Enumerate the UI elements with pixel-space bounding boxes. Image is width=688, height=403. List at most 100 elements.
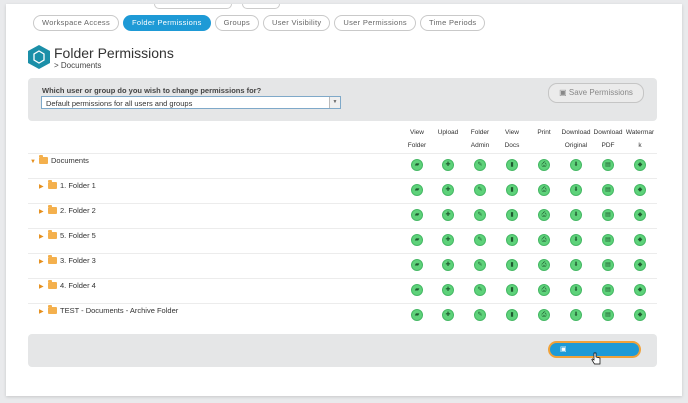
download-icon[interactable]: ⬇: [570, 209, 582, 221]
download-icon[interactable]: ⬇: [570, 284, 582, 296]
pdf-icon[interactable]: ▤: [602, 309, 614, 321]
pdf-icon[interactable]: ▤: [602, 284, 614, 296]
printer-icon[interactable]: ⎙: [538, 159, 550, 171]
file-icon[interactable]: ▮: [506, 284, 518, 296]
folder-name: 1. Folder 1: [60, 181, 96, 190]
printer-icon[interactable]: ⎙: [538, 184, 550, 196]
tag-icon[interactable]: ◆: [634, 159, 646, 171]
download-icon[interactable]: ⬇: [570, 159, 582, 171]
file-icon[interactable]: ▮: [506, 209, 518, 221]
folder-name: 5. Folder 5: [60, 231, 96, 240]
column-header: Download Original: [560, 126, 592, 152]
user-group-select[interactable]: Default permissions for all users and gr…: [41, 96, 341, 109]
folder-tree-item[interactable]: ▶ 5. Folder 5: [39, 230, 96, 240]
folder-open-icon[interactable]: ▰: [411, 159, 423, 171]
tag-icon[interactable]: ◆: [634, 209, 646, 221]
folder-open-icon[interactable]: ▰: [411, 184, 423, 196]
top-tab-fragment: [242, 4, 280, 9]
wrench-icon[interactable]: ✎: [474, 159, 486, 171]
file-icon[interactable]: ▮: [506, 184, 518, 196]
caret-right-icon[interactable]: ▶: [39, 283, 46, 290]
printer-icon[interactable]: ⎙: [538, 259, 550, 271]
wrench-icon[interactable]: ✎: [474, 284, 486, 296]
picker-question: Which user or group do you wish to chang…: [42, 86, 262, 95]
top-tab-fragment: [154, 4, 232, 9]
folder-icon: [48, 255, 57, 264]
wrench-icon[interactable]: ✎: [474, 234, 486, 246]
plus-icon[interactable]: ✚: [442, 284, 454, 296]
caret-right-icon[interactable]: ▶: [39, 258, 46, 265]
column-header-line2: Docs: [504, 142, 520, 149]
caret-right-icon[interactable]: ▶: [39, 233, 46, 240]
wrench-icon[interactable]: ✎: [474, 184, 486, 196]
tab-workspace-access[interactable]: Workspace Access: [33, 15, 120, 31]
chevron-down-icon[interactable]: ▼: [329, 97, 340, 108]
pdf-icon[interactable]: ▤: [602, 234, 614, 246]
file-icon[interactable]: ▮: [506, 309, 518, 321]
folder-tree-item[interactable]: ▼ Documents: [30, 155, 89, 165]
folder-tree-item[interactable]: ▶ 1. Folder 1: [39, 180, 96, 190]
column-header: Upload: [432, 126, 464, 139]
tag-icon[interactable]: ◆: [634, 234, 646, 246]
plus-icon[interactable]: ✚: [442, 259, 454, 271]
plus-icon[interactable]: ✚: [442, 234, 454, 246]
folder-name: TEST - Documents - Archive Folder: [60, 306, 179, 315]
tag-icon[interactable]: ◆: [634, 284, 646, 296]
printer-icon[interactable]: ⎙: [538, 284, 550, 296]
column-header-line1: View: [410, 129, 424, 136]
caret-right-icon[interactable]: ▶: [39, 208, 46, 215]
column-header: Print: [528, 126, 560, 139]
folder-open-icon[interactable]: ▰: [411, 284, 423, 296]
tag-icon[interactable]: ◆: [634, 259, 646, 271]
printer-icon[interactable]: ⎙: [538, 234, 550, 246]
folder-tree-item[interactable]: ▶ 2. Folder 2: [39, 205, 96, 215]
download-icon[interactable]: ⬇: [570, 259, 582, 271]
caret-right-icon[interactable]: ▶: [39, 183, 46, 190]
column-header: View Folder: [401, 126, 433, 152]
folder-open-icon[interactable]: ▰: [411, 259, 423, 271]
download-icon[interactable]: ⬇: [570, 234, 582, 246]
pdf-icon[interactable]: ▤: [602, 184, 614, 196]
folder-tree-item[interactable]: ▶ 3. Folder 3: [39, 255, 96, 265]
caret-down-icon[interactable]: ▼: [30, 159, 37, 165]
tab-user-visibility[interactable]: User Visibility: [263, 15, 331, 31]
folder-name: 4. Folder 4: [60, 281, 96, 290]
column-header-line2: Admin: [470, 142, 490, 149]
save-icon: ▣: [560, 346, 567, 353]
tab-groups[interactable]: Groups: [214, 15, 260, 31]
plus-icon[interactable]: ✚: [442, 209, 454, 221]
file-icon[interactable]: ▮: [506, 234, 518, 246]
folder-tree-item[interactable]: ▶ TEST - Documents - Archive Folder: [39, 305, 179, 315]
plus-icon[interactable]: ✚: [442, 159, 454, 171]
file-icon[interactable]: ▮: [506, 259, 518, 271]
folder-open-icon[interactable]: ▰: [411, 309, 423, 321]
select-value: Default permissions for all users and gr…: [46, 99, 193, 108]
printer-icon[interactable]: ⎙: [538, 309, 550, 321]
printer-icon[interactable]: ⎙: [538, 209, 550, 221]
folder-open-icon[interactable]: ▰: [411, 209, 423, 221]
download-icon[interactable]: ⬇: [570, 184, 582, 196]
plus-icon[interactable]: ✚: [442, 184, 454, 196]
folder-open-icon[interactable]: ▰: [411, 234, 423, 246]
download-icon[interactable]: ⬇: [570, 309, 582, 321]
folder-icon: [48, 205, 57, 214]
wrench-icon[interactable]: ✎: [474, 209, 486, 221]
plus-icon[interactable]: ✚: [442, 309, 454, 321]
tag-icon[interactable]: ◆: [634, 184, 646, 196]
pdf-icon[interactable]: ▤: [602, 259, 614, 271]
folder-tree-item[interactable]: ▶ 4. Folder 4: [39, 280, 96, 290]
pdf-icon[interactable]: ▤: [602, 209, 614, 221]
wrench-icon[interactable]: ✎: [474, 309, 486, 321]
tab-folder-permissions[interactable]: Folder Permissions: [123, 15, 211, 31]
wrench-icon[interactable]: ✎: [474, 259, 486, 271]
save-permissions-button[interactable]: ▣ Save Permissions: [548, 83, 644, 103]
page-title: Folder Permissions: [54, 45, 174, 61]
tag-icon[interactable]: ◆: [634, 309, 646, 321]
pdf-icon[interactable]: ▤: [602, 159, 614, 171]
tab-user-permissions[interactable]: User Permissions: [334, 15, 416, 31]
file-icon[interactable]: ▮: [506, 159, 518, 171]
column-header: Watermar k: [624, 126, 656, 152]
caret-right-icon[interactable]: ▶: [39, 308, 46, 315]
column-header-line2: PDF: [601, 142, 615, 149]
tab-time-periods[interactable]: Time Periods: [419, 15, 486, 31]
